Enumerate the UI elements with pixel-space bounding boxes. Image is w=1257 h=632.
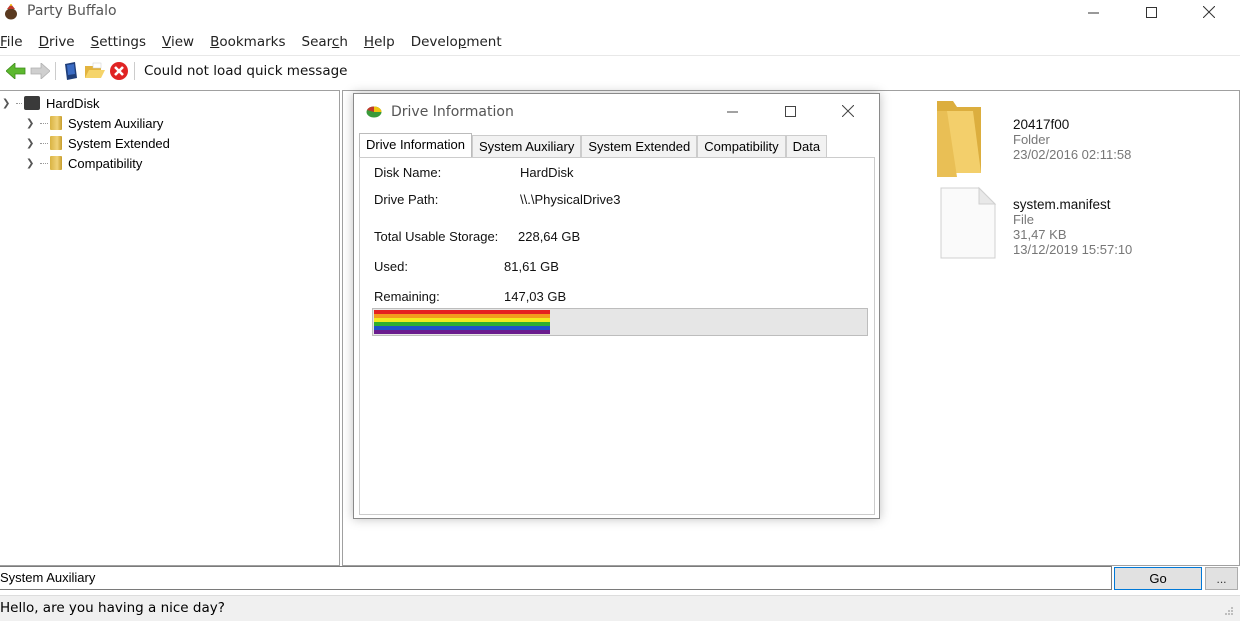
maximize-button[interactable]	[1122, 0, 1180, 24]
go-button[interactable]: Go	[1114, 567, 1202, 590]
chevron-right-icon[interactable]: ❯	[26, 118, 38, 129]
folder-icon	[937, 101, 981, 177]
tree-view[interactable]: ❯ HardDisk ❯ System Auxiliary ❯ System E…	[0, 90, 340, 566]
file-date: 13/12/2019 15:57:10	[1013, 242, 1133, 257]
file-name: system.manifest	[1013, 197, 1111, 212]
quick-message: Could not load quick message	[144, 62, 348, 79]
drive-information-dialog: Drive Information Drive Information Syst…	[353, 93, 880, 519]
title-bar: Party Buffalo	[0, 0, 1257, 24]
forward-button[interactable]	[28, 59, 52, 83]
maximize-icon	[1145, 6, 1157, 18]
storage-usage-fill	[374, 310, 551, 334]
drive-path-label: Drive Path:	[374, 192, 439, 207]
folder-icon	[50, 156, 62, 170]
maximize-icon	[784, 105, 796, 117]
tree-node-label: HardDisk	[46, 95, 100, 111]
tab-system-auxiliary[interactable]: System Auxiliary	[471, 135, 582, 157]
chevron-down-icon[interactable]: ❯	[2, 98, 14, 109]
tree-node-label: Compatibility	[68, 155, 143, 171]
close-button[interactable]	[1180, 0, 1238, 24]
total-storage-value: 228,64 GB	[518, 229, 581, 244]
tree-connector	[16, 102, 22, 104]
menu-search[interactable]: Search	[302, 32, 356, 52]
browse-button[interactable]: ...	[1205, 567, 1238, 590]
tree-node-system-extended[interactable]: ❯ System Extended	[26, 133, 170, 153]
window-title: Party Buffalo	[27, 3, 117, 19]
tree-connector	[40, 142, 48, 144]
menu-settings[interactable]: Settings	[91, 32, 154, 52]
disk-name-label: Disk Name:	[374, 165, 442, 180]
folder-icon	[50, 116, 62, 130]
used-value: 81,61 GB	[504, 259, 559, 274]
stop-icon	[110, 61, 128, 80]
tree-connector	[40, 162, 48, 164]
back-button[interactable]	[4, 59, 28, 83]
close-icon	[842, 105, 854, 117]
drive-information-panel: Disk Name: HardDisk Drive Path: \\.\Phys…	[359, 157, 875, 515]
minimize-icon	[1087, 12, 1099, 13]
tab-system-extended[interactable]: System Extended	[581, 135, 698, 157]
buffalo-app-icon	[5, 4, 17, 20]
used-label: Used:	[374, 259, 408, 274]
storage-usage-bar	[372, 308, 868, 336]
dialog-maximize-button[interactable]	[770, 100, 810, 122]
forward-arrow-icon	[30, 62, 50, 79]
chevron-right-icon[interactable]: ❯	[26, 138, 38, 149]
file-size: 31,47 KB	[1013, 227, 1067, 242]
file-type: File	[1013, 212, 1034, 227]
tree-connector	[40, 122, 48, 124]
status-bar: Hello, are you having a nice day?	[0, 595, 1240, 621]
menu-file[interactable]: File	[0, 32, 31, 52]
menu-development[interactable]: Development	[411, 32, 510, 52]
device-button[interactable]	[59, 59, 83, 83]
dialog-minimize-button[interactable]	[712, 100, 752, 122]
device-icon	[65, 61, 77, 80]
open-folder-button[interactable]	[83, 59, 107, 83]
file-date: 23/02/2016 02:11:58	[1013, 147, 1132, 162]
tree-node-compatibility[interactable]: ❯ Compatibility	[26, 153, 142, 173]
tree-node-system-auxiliary[interactable]: ❯ System Auxiliary	[26, 113, 163, 133]
menu-bar: File Drive Settings View Bookmarks Search Help…	[0, 32, 1240, 52]
minimize-button[interactable]	[1064, 0, 1122, 24]
toolbar-separator	[55, 61, 56, 80]
dialog-tabs: Drive Information System Auxiliary Syste…	[359, 133, 828, 158]
hard-disk-icon	[24, 96, 40, 110]
file-item-folder[interactable]: 20417f00 Folder 23/02/2016 02:11:58	[933, 97, 1233, 177]
disk-name-value: HardDisk	[520, 165, 574, 180]
tab-compatibility[interactable]: Compatibility	[697, 135, 786, 157]
total-storage-label: Total Usable Storage:	[374, 229, 499, 244]
stop-button[interactable]	[107, 59, 131, 83]
toolbar-separator	[134, 61, 135, 80]
remaining-value: 147,03 GB	[504, 289, 567, 304]
file-item-file[interactable]: system.manifest File 31,47 KB 13/12/2019…	[939, 186, 1239, 266]
tree-node-label: System Auxiliary	[68, 115, 164, 131]
drive-pie-icon	[366, 106, 382, 118]
tab-data[interactable]: Data	[785, 135, 828, 157]
file-name: 20417f00	[1013, 117, 1070, 132]
back-arrow-icon	[6, 62, 26, 79]
menu-bookmarks[interactable]: Bookmarks	[210, 32, 293, 52]
menu-help[interactable]: Help	[364, 32, 403, 52]
menu-view[interactable]: View	[162, 32, 202, 52]
menu-drive[interactable]: Drive	[39, 32, 83, 52]
file-icon	[940, 186, 997, 259]
chevron-right-icon[interactable]: ❯	[26, 158, 38, 169]
tree-node-label: System Extended	[68, 135, 170, 151]
tree-node-root[interactable]: ❯ HardDisk	[2, 93, 99, 113]
toolbar: Could not load quick message	[0, 55, 1240, 85]
dialog-title: Drive Information	[391, 104, 514, 120]
drive-path-value: \\.\PhysicalDrive3	[520, 192, 621, 207]
resize-grip-icon[interactable]	[1224, 606, 1234, 616]
file-type: Folder	[1013, 132, 1050, 147]
close-icon	[1203, 6, 1215, 18]
open-folder-icon	[85, 62, 105, 78]
remaining-label: Remaining:	[374, 289, 440, 304]
dialog-close-button[interactable]	[828, 100, 868, 122]
tab-drive-information[interactable]: Drive Information	[359, 133, 472, 158]
minimize-icon	[726, 111, 738, 112]
status-text: Hello, are you having a nice day?	[0, 600, 225, 616]
path-input[interactable]: System Auxiliary	[0, 566, 1112, 590]
folder-icon	[50, 136, 62, 150]
